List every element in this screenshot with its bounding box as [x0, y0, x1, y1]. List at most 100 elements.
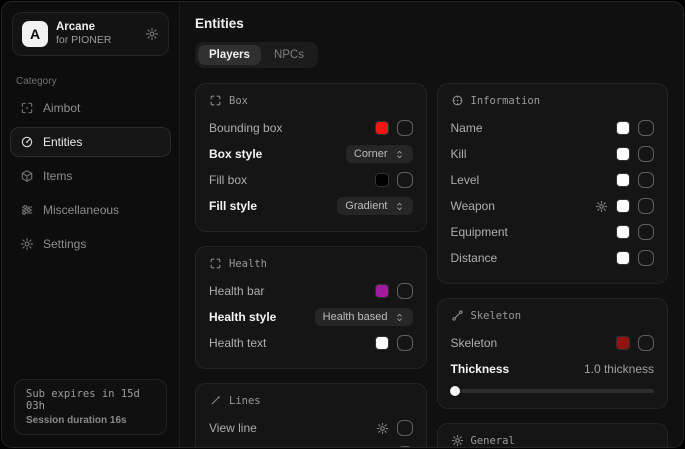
row-label: Equipment	[451, 225, 508, 239]
color-swatch[interactable]	[616, 199, 630, 213]
sidebar-item-label: Items	[43, 169, 72, 183]
row-controls	[616, 224, 654, 240]
checkbox[interactable]	[397, 172, 413, 188]
sidebar-item-entities[interactable]: Entities	[10, 127, 171, 157]
row-controls	[375, 335, 413, 351]
setting-row-line-to-enemy: Line to enemy	[209, 441, 413, 447]
checkbox[interactable]	[638, 146, 654, 162]
frame-icon	[209, 257, 222, 270]
color-swatch[interactable]	[616, 121, 630, 135]
setting-row-box-style: Box styleCorner	[209, 141, 413, 167]
color-swatch[interactable]	[616, 147, 630, 161]
row-controls	[616, 146, 654, 162]
dropdown-box-style[interactable]: Corner	[346, 145, 413, 163]
checkbox[interactable]	[638, 335, 654, 351]
gear-icon[interactable]	[145, 27, 159, 41]
checkbox[interactable]	[638, 250, 654, 266]
dropdown-fill-style[interactable]: Gradient	[337, 197, 412, 215]
row-controls	[595, 198, 654, 214]
tab-npcs[interactable]: NPCs	[263, 45, 315, 65]
row-label: Skeleton	[451, 336, 498, 350]
color-swatch[interactable]	[616, 336, 630, 350]
checkbox[interactable]	[638, 120, 654, 136]
checkbox[interactable]	[397, 446, 413, 447]
setting-row-skeleton: Skeleton	[451, 330, 655, 356]
chevron-up-down-icon	[394, 312, 405, 323]
panel-health: HealthHealth barHealth styleHealth based…	[195, 246, 427, 369]
dropdown-value: Gradient	[345, 200, 387, 212]
panel-title: Lines	[229, 395, 261, 407]
bone-icon	[451, 309, 464, 322]
row-label: Kill	[451, 147, 467, 161]
session-duration-text: Session duration 16s	[26, 415, 155, 426]
row-label: Health style	[209, 310, 276, 324]
row-label: Level	[451, 173, 480, 187]
panel-column-left: Box Bounding box Box styleCorner Fill box Fi…	[195, 83, 427, 447]
sidebar-item-label: Miscellaneous	[43, 203, 119, 217]
panel-skeleton: SkeletonSkeletonThickness1.0 thickness	[437, 298, 669, 409]
slider-thickness[interactable]	[451, 389, 655, 393]
color-swatch[interactable]	[616, 225, 630, 239]
row-label: Fill style	[209, 199, 257, 213]
checkbox[interactable]	[397, 335, 413, 351]
sidebar-item-settings[interactable]: Settings	[10, 229, 171, 259]
items-icon	[20, 169, 34, 183]
tab-players[interactable]: Players	[198, 45, 261, 65]
row-controls	[375, 120, 413, 136]
row-label: Weapon	[451, 199, 495, 213]
color-swatch[interactable]	[616, 173, 630, 187]
slider-thumb[interactable]	[450, 386, 460, 396]
color-swatch[interactable]	[616, 251, 630, 265]
checkbox[interactable]	[397, 120, 413, 136]
row-label: Health text	[209, 336, 266, 350]
setting-row-weapon: Weapon	[451, 193, 655, 219]
gear-icon[interactable]	[376, 422, 389, 435]
tab-bar: PlayersNPCs	[195, 42, 318, 68]
chevron-up-down-icon	[394, 201, 405, 212]
checkbox[interactable]	[397, 283, 413, 299]
dropdown-value: Corner	[354, 148, 388, 160]
brand-subtitle: for PIONER	[56, 34, 111, 47]
sidebar-nav: Aimbot Entities Items Miscellaneous Settings	[2, 93, 179, 370]
panel-title: Box	[229, 95, 248, 107]
radar-icon	[451, 94, 464, 107]
panel-title: Health	[229, 258, 267, 270]
category-label: Category	[2, 66, 179, 93]
dropdown-health-style[interactable]: Health based	[315, 308, 413, 326]
color-swatch[interactable]	[375, 284, 389, 298]
row-label: Fill box	[209, 173, 247, 187]
setting-row-view-line: View line	[209, 415, 413, 441]
setting-row-kill: Kill	[451, 141, 655, 167]
checkbox[interactable]	[638, 172, 654, 188]
panel-title: Information	[471, 95, 541, 107]
color-swatch[interactable]	[375, 336, 389, 350]
setting-row-name: Name	[451, 115, 655, 141]
checkbox[interactable]	[638, 198, 654, 214]
setting-row-level: Level	[451, 167, 655, 193]
aimbot-icon	[20, 101, 34, 115]
row-controls	[616, 172, 654, 188]
color-swatch[interactable]	[375, 121, 389, 135]
panel-header: Box	[209, 94, 413, 107]
slider-value: 1.0 thickness	[584, 362, 654, 376]
gear-icon[interactable]	[595, 200, 608, 213]
row-label: Thickness	[451, 362, 510, 376]
row-label: Bounding box	[209, 121, 282, 135]
brand-title: Arcane	[56, 20, 111, 34]
color-swatch[interactable]	[375, 173, 389, 187]
sidebar-item-items[interactable]: Items	[10, 161, 171, 191]
panel-general: GeneralVisibility checkMax distance500m	[437, 423, 669, 447]
sidebar-item-miscellaneous[interactable]: Miscellaneous	[10, 195, 171, 225]
panel-title: General	[471, 435, 515, 447]
setting-row-fill-style: Fill style Gradient	[209, 193, 413, 219]
panel-column-right: InformationNameKillLevelWeaponEquipmentD…	[437, 83, 669, 447]
brand-logo: A	[22, 21, 48, 47]
panel-information: InformationNameKillLevelWeaponEquipmentD…	[437, 83, 669, 284]
checkbox[interactable]	[397, 420, 413, 436]
checkbox[interactable]	[638, 224, 654, 240]
row-controls	[616, 335, 654, 351]
app-window: A Arcane for PIONER Category Aimbot Entit…	[0, 0, 685, 449]
row-controls	[376, 446, 413, 447]
sidebar-item-aimbot[interactable]: Aimbot	[10, 93, 171, 123]
sidebar-item-label: Entities	[43, 135, 82, 149]
